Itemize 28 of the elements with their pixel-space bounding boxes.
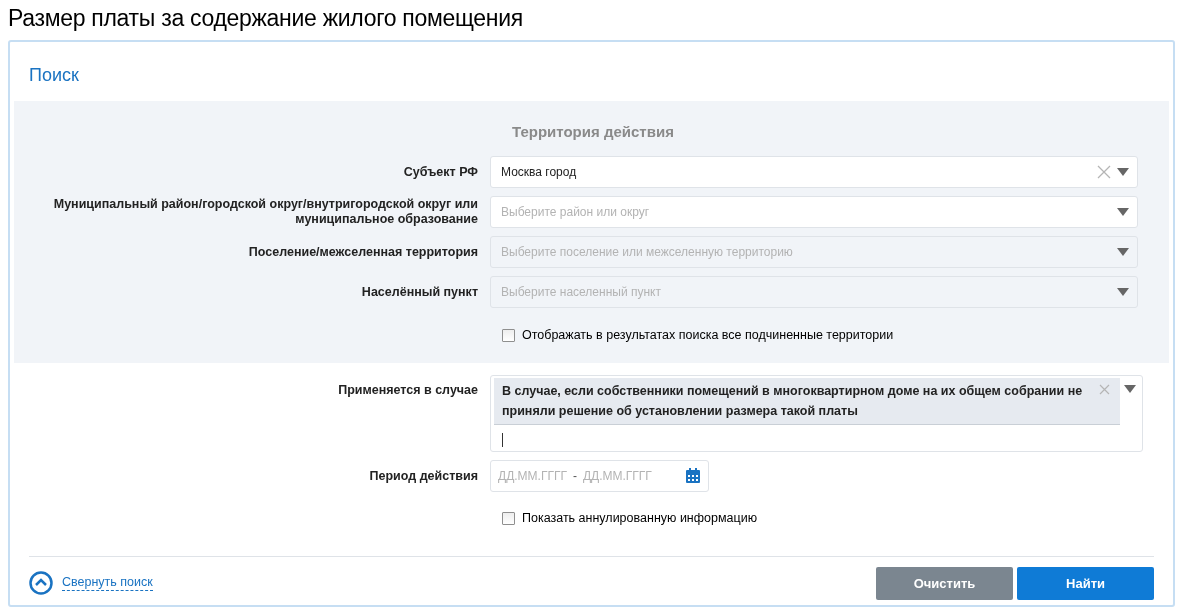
section-heading: Территория действия xyxy=(512,122,674,142)
select-field[interactable]: Москва город xyxy=(490,156,1138,188)
field-label: Период действия xyxy=(369,467,478,485)
field-label: Муниципальный район/городской округ/внутригородской округ или муниципальное образование xyxy=(52,197,478,227)
multi-select-field[interactable]: В случае, если собственники помещений в многоквартирном доме на их общем собрании не приняли решение об установлении размера такой платы xyxy=(490,375,1143,452)
checkbox-label: Показать аннулированную информацию xyxy=(522,510,758,527)
collapse-icon[interactable] xyxy=(29,571,53,596)
tag-text: В случае, если собственники помещений в многоквартирном доме на их общем собрании не приняли решение об установлении размера такой платы xyxy=(502,383,1084,420)
range-separator: - xyxy=(572,468,577,485)
calendar-icon[interactable] xyxy=(685,468,701,484)
text-cursor xyxy=(502,433,503,447)
search-button[interactable]: Найти xyxy=(1017,566,1154,600)
date-placeholder: ДД.ММ.ГГГГ xyxy=(582,468,652,485)
search-title: Поиск xyxy=(28,64,80,87)
checkbox[interactable] xyxy=(502,328,515,342)
field-label: Применяется в случае xyxy=(338,382,478,399)
page-title: Размер платы за содержание жилого помещения xyxy=(7,4,524,33)
field-label: Поселение/межселенная территория xyxy=(248,244,478,260)
caret-icon[interactable] xyxy=(1117,168,1129,176)
caret-icon[interactable] xyxy=(1117,208,1129,216)
collapse-search-link[interactable]: Свернуть поиск xyxy=(29,571,153,596)
field-label: Субъект РФ xyxy=(403,164,478,180)
date-range-field[interactable]: ДД.ММ.ГГГГ - ДД.ММ.ГГГГ xyxy=(490,460,709,492)
field-label: Населённый пункт xyxy=(361,284,478,300)
checkbox-label: Отображать в результатах поиска все подчиненные территории xyxy=(522,327,894,344)
date-placeholder: ДД.ММ.ГГГГ xyxy=(498,468,567,485)
checkbox[interactable] xyxy=(502,511,515,525)
clear-button[interactable]: Очистить xyxy=(876,566,1013,600)
